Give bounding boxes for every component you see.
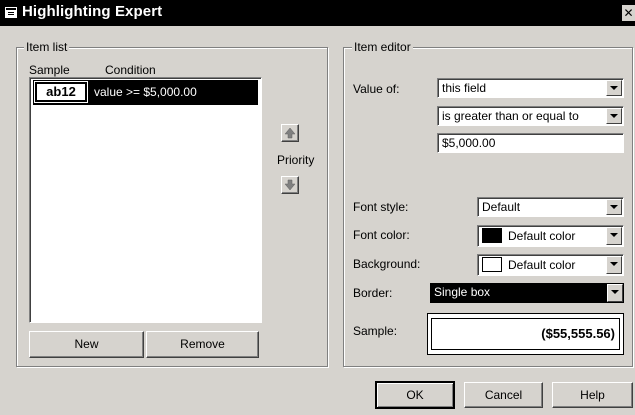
- arrow-up-icon[interactable]: [281, 124, 299, 142]
- remove-button[interactable]: Remove: [146, 331, 259, 358]
- font-color-select[interactable]: Default color: [477, 225, 624, 247]
- help-button-label: Help: [580, 388, 605, 402]
- value-of-select[interactable]: this field: [437, 78, 624, 98]
- sample-preview: ab12: [34, 81, 88, 103]
- background-swatch: [482, 257, 502, 272]
- chevron-down-icon[interactable]: [606, 199, 622, 215]
- priority-label: Priority: [277, 153, 315, 167]
- chevron-down-icon[interactable]: [607, 284, 623, 302]
- window-title: Highlighting Expert: [22, 3, 163, 20]
- close-icon[interactable]: ✕: [622, 5, 635, 21]
- item-editor-group-label: Item editor: [352, 40, 413, 54]
- font-color-select-value: Default color: [508, 229, 576, 243]
- ok-button[interactable]: OK: [375, 381, 455, 409]
- border-select-value: Single box: [434, 285, 491, 299]
- border-label: Border:: [353, 286, 393, 300]
- background-select[interactable]: Default color: [477, 254, 624, 276]
- font-style-select-value: Default: [482, 200, 521, 214]
- value-input[interactable]: $5,000.00: [437, 133, 624, 153]
- help-button[interactable]: Help: [552, 382, 633, 408]
- background-label: Background:: [353, 257, 421, 271]
- arrow-down-icon[interactable]: [281, 176, 299, 194]
- cancel-button-label: Cancel: [484, 388, 523, 402]
- value-of-label: Value of:: [353, 82, 400, 96]
- column-header-sample[interactable]: Sample: [29, 63, 70, 77]
- condition-text: value >= $5,000.00: [94, 85, 197, 99]
- remove-button-label: Remove: [180, 337, 225, 351]
- value-of-select-value: this field: [442, 81, 487, 95]
- item-list-box[interactable]: ab12 value >= $5,000.00: [29, 77, 262, 323]
- border-select[interactable]: Single box: [430, 283, 624, 303]
- item-list-group-label: Item list: [24, 40, 70, 54]
- operator-select[interactable]: is greater than or equal to: [437, 106, 624, 126]
- font-color-label: Font color:: [353, 228, 410, 242]
- new-button[interactable]: New: [29, 331, 144, 358]
- font-style-label: Font style:: [353, 200, 409, 214]
- sample-label: Sample:: [353, 324, 398, 338]
- new-button-label: New: [74, 337, 99, 351]
- ok-button-label: OK: [406, 388, 424, 402]
- sample-preview-box: ($55,555.56): [427, 313, 624, 355]
- value-input-text: $5,000.00: [442, 136, 496, 150]
- title-bar: Highlighting Expert ✕: [0, 0, 635, 26]
- list-item[interactable]: ab12 value >= $5,000.00: [33, 80, 258, 105]
- chevron-down-icon[interactable]: [606, 256, 622, 274]
- font-style-select[interactable]: Default: [477, 197, 624, 217]
- chevron-down-icon[interactable]: [606, 108, 622, 124]
- column-header-condition[interactable]: Condition: [105, 63, 156, 77]
- operator-select-value: is greater than or equal to: [442, 109, 579, 123]
- chevron-down-icon[interactable]: [606, 80, 622, 96]
- cancel-button[interactable]: Cancel: [464, 382, 543, 408]
- font-color-swatch: [482, 228, 502, 243]
- background-select-value: Default color: [508, 258, 576, 272]
- sample-inner-border: ($55,555.56): [431, 318, 620, 350]
- dialog-app-icon: [5, 7, 17, 18]
- chevron-down-icon[interactable]: [606, 227, 622, 245]
- sample-value: ($55,555.56): [541, 326, 615, 341]
